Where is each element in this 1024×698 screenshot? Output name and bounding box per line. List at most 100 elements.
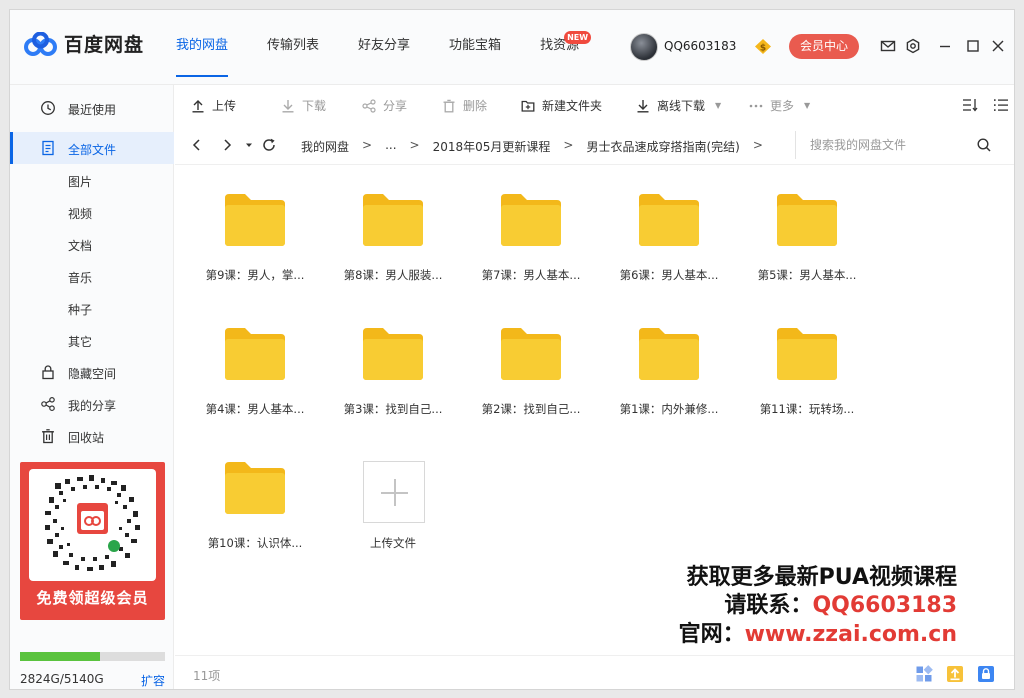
offline-download-button[interactable]: 离线下载 ▼ bbox=[636, 97, 721, 114]
folder-name: 第11课：玩转场... bbox=[759, 402, 855, 416]
offline-download-label: 离线下载 bbox=[657, 99, 706, 113]
sidebar: 最近使用 全部文件 图片 视频 文档 音乐 种子 其它 隐藏空间 我的分享 回收… bbox=[10, 85, 174, 689]
plus-icon bbox=[363, 461, 425, 523]
folder-tile[interactable]: 第8课：男人服装... bbox=[330, 175, 456, 295]
history-dropdown-icon[interactable] bbox=[241, 137, 257, 153]
new-badge: NEW bbox=[564, 31, 592, 44]
folder-icon bbox=[777, 328, 837, 380]
new-folder-button[interactable]: 新建文件夹 bbox=[521, 97, 602, 114]
mail-icon[interactable] bbox=[880, 38, 896, 54]
apps-grid-icon[interactable] bbox=[915, 665, 933, 683]
tab-find-resources[interactable]: 找资源 NEW bbox=[540, 10, 592, 85]
sort-icon[interactable] bbox=[962, 98, 978, 112]
more-button[interactable]: 更多 ▼ bbox=[749, 97, 810, 114]
search-box bbox=[795, 131, 1000, 159]
folder-tile[interactable]: 第4课：男人基本... bbox=[192, 309, 318, 429]
breadcrumb-item[interactable]: 我的网盘 bbox=[301, 138, 349, 155]
breadcrumb-item[interactable]: 2018年05月更新课程 bbox=[433, 138, 551, 155]
upload-file-tile[interactable]: 上传文件 bbox=[330, 443, 456, 563]
watermark-line-2: 请联系：QQ6603183 bbox=[724, 587, 957, 619]
avatar[interactable] bbox=[630, 33, 658, 61]
download-button[interactable]: 下载 bbox=[281, 97, 326, 114]
download-icon bbox=[282, 99, 294, 113]
lock-safe-icon[interactable] bbox=[977, 665, 995, 683]
top-bar: 百度网盘 我的网盘 传输列表 好友分享 功能宝箱 找资源 NEW QQ66031… bbox=[10, 10, 1014, 85]
path-bar: 我的网盘 > ... > 2018年05月更新课程 > 男士衣品速成穿搭指南(完… bbox=[175, 125, 1014, 165]
app-name: 百度网盘 bbox=[64, 34, 145, 56]
download-label: 下载 bbox=[302, 99, 327, 113]
sidebar-item-my-shares[interactable]: 我的分享 bbox=[10, 388, 174, 420]
upload-transfer-icon[interactable] bbox=[946, 665, 964, 683]
baidu-cloud-logo-icon bbox=[24, 31, 57, 56]
folder-tile[interactable]: 第7课：男人基本... bbox=[468, 175, 594, 295]
sidebar-item-recycle-bin[interactable]: 回收站 bbox=[10, 420, 174, 452]
tab-label: 功能宝箱 bbox=[449, 38, 502, 53]
search-input[interactable] bbox=[810, 137, 970, 153]
close-icon[interactable] bbox=[990, 38, 1006, 54]
folder-tile[interactable]: 第1课：内外兼修... bbox=[606, 309, 732, 429]
status-bar: 11项 bbox=[175, 655, 1014, 689]
more-label: 更多 bbox=[770, 99, 795, 113]
delete-button[interactable]: 删除 bbox=[442, 97, 487, 114]
promo-banner[interactable]: 免费领超级会员 bbox=[20, 462, 165, 620]
watermark-line-3: 官网：www.zzai.com.cn bbox=[679, 616, 957, 648]
upload-button[interactable]: 上传 bbox=[191, 97, 236, 114]
sidebar-item-images[interactable]: 图片 bbox=[10, 164, 174, 196]
share-icon bbox=[362, 98, 376, 113]
trash-icon bbox=[42, 429, 54, 444]
list-view-icon[interactable] bbox=[993, 98, 1009, 112]
folder-tile[interactable]: 第10课：认识体... bbox=[192, 443, 318, 563]
share-button[interactable]: 分享 bbox=[362, 97, 407, 114]
tab-label: 我的网盘 bbox=[176, 38, 229, 53]
settings-icon[interactable] bbox=[905, 38, 921, 54]
folder-icon bbox=[639, 194, 699, 246]
share-label: 分享 bbox=[383, 99, 408, 113]
folder-tile[interactable]: 第2课：找到自己... bbox=[468, 309, 594, 429]
folder-tile[interactable]: 第11课：玩转场... bbox=[744, 309, 870, 429]
minimize-icon[interactable] bbox=[937, 38, 953, 54]
folder-tile[interactable]: 第9课：男人，掌... bbox=[192, 175, 318, 295]
breadcrumb-separator: > bbox=[563, 138, 574, 152]
chevron-down-icon: ▼ bbox=[715, 101, 722, 110]
username[interactable]: QQ6603183 bbox=[664, 39, 736, 53]
folder-name: 第6课：男人基本... bbox=[619, 268, 719, 282]
sidebar-item-other[interactable]: 其它 bbox=[10, 324, 174, 356]
sidebar-item-torrents[interactable]: 种子 bbox=[10, 292, 174, 324]
sidebar-item-label: 图片 bbox=[68, 175, 93, 189]
folder-tile[interactable]: 第5课：男人基本... bbox=[744, 175, 870, 295]
sidebar-item-hidden-space[interactable]: 隐藏空间 bbox=[10, 356, 174, 388]
folder-name: 第2课：找到自己... bbox=[481, 402, 581, 416]
forward-icon[interactable] bbox=[219, 137, 235, 153]
folder-icon bbox=[225, 328, 285, 380]
coin-icon[interactable]: $ bbox=[754, 38, 772, 55]
tab-friend-share[interactable]: 好友分享 bbox=[358, 10, 410, 85]
breadcrumb-item[interactable]: ... bbox=[385, 138, 396, 155]
search-icon[interactable] bbox=[976, 137, 992, 153]
qr-code-card bbox=[29, 469, 156, 581]
folder-tile[interactable]: 第3课：找到自己... bbox=[330, 309, 456, 429]
breadcrumb-separator: > bbox=[362, 138, 373, 152]
folder-icon bbox=[363, 194, 423, 246]
sidebar-item-music[interactable]: 音乐 bbox=[10, 260, 174, 292]
sidebar-item-videos[interactable]: 视频 bbox=[10, 196, 174, 228]
tab-my-drive[interactable]: 我的网盘 bbox=[176, 10, 229, 85]
maximize-icon[interactable] bbox=[965, 38, 981, 54]
breadcrumb-item[interactable]: 男士衣品速成穿搭指南(完结) bbox=[586, 138, 739, 155]
storage-fill bbox=[20, 652, 100, 661]
tab-transfer-list[interactable]: 传输列表 bbox=[267, 10, 319, 85]
breadcrumb: 我的网盘 > ... > 2018年05月更新课程 > 男士衣品速成穿搭指南(完… bbox=[301, 138, 776, 155]
folder-tile[interactable]: 第6课：男人基本... bbox=[606, 175, 732, 295]
back-icon[interactable] bbox=[189, 137, 205, 153]
sidebar-item-all-files[interactable]: 全部文件 bbox=[10, 132, 174, 164]
refresh-icon[interactable] bbox=[261, 137, 277, 153]
member-center-button[interactable]: 会员中心 bbox=[789, 34, 859, 59]
tab-toolbox[interactable]: 功能宝箱 bbox=[449, 10, 501, 85]
sidebar-item-recent[interactable]: 最近使用 bbox=[10, 92, 174, 124]
new-folder-label: 新建文件夹 bbox=[542, 99, 603, 113]
tab-label: 传输列表 bbox=[267, 38, 320, 53]
folder-icon bbox=[501, 328, 561, 380]
expand-storage-link[interactable]: 扩容 bbox=[141, 672, 165, 689]
file-icon bbox=[42, 140, 54, 156]
toolbar: 上传 下载 分享 删除 新建文件夹 离线下载 ▼ 更多 ▼ bbox=[175, 85, 1014, 125]
sidebar-item-documents[interactable]: 文档 bbox=[10, 228, 174, 260]
